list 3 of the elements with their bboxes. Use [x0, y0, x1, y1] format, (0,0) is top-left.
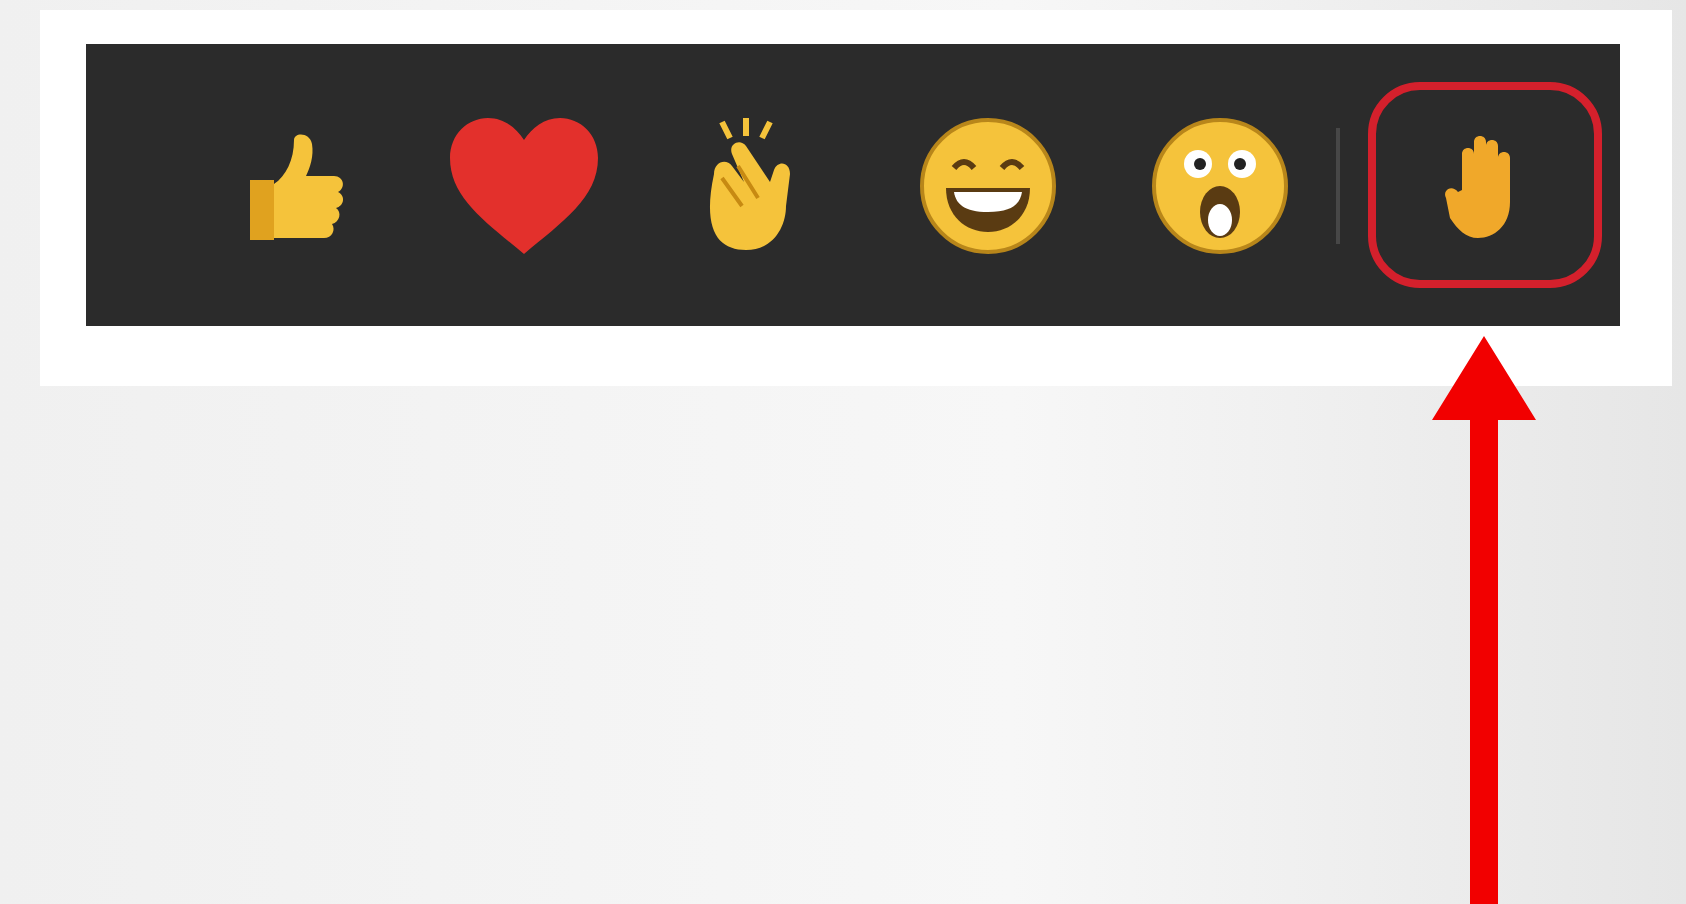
heart-icon[interactable] [446, 113, 602, 257]
laughing-face-icon[interactable] [918, 115, 1058, 255]
surprised-face-icon[interactable] [1150, 115, 1290, 255]
